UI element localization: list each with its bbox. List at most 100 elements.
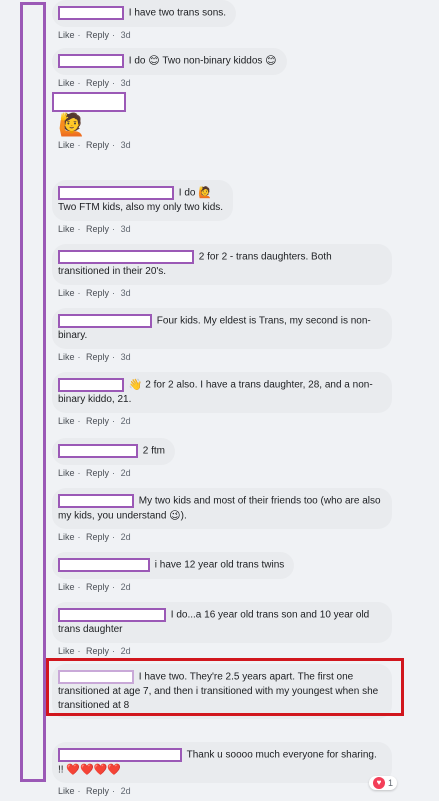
reply-link[interactable]: Reply — [86, 224, 109, 234]
comment-meta: Like · Reply · 3d — [52, 288, 397, 298]
redacted-name — [58, 250, 194, 264]
comment-bubble: I do 🙋 Two FTM kids, also my only two ki… — [52, 180, 234, 221]
timestamp[interactable]: 3d — [121, 288, 131, 298]
comment-meta: Like · Reply · 3d — [52, 224, 397, 234]
waving-hand-emoji-icon: 👋 — [128, 379, 143, 391]
comment-meta: Like · Reply · 2d — [52, 468, 397, 478]
wink-emoji-icon: 😉 — [169, 509, 181, 522]
separator: · — [77, 786, 81, 797]
reply-link[interactable]: Reply — [86, 78, 109, 88]
reaction-badge[interactable]: ♥ 1 — [369, 776, 398, 790]
redacted-name — [58, 314, 152, 328]
timestamp[interactable]: 3d — [121, 78, 131, 88]
redacted-name — [58, 378, 124, 392]
comment-meta: Like · Reply · 3d — [52, 30, 397, 40]
like-link[interactable]: Like — [58, 646, 75, 656]
comment-meta: Like · Reply · 3d — [52, 352, 397, 362]
comment-meta: Like · Reply · 2d — [52, 646, 397, 656]
redacted-name — [58, 494, 134, 508]
separator: · — [112, 786, 116, 797]
separator: · — [112, 140, 116, 150]
comment: I do...a 16 year old trans son and 10 ye… — [52, 602, 397, 656]
comment: 🙋 Like · Reply · 3d — [52, 92, 397, 150]
timestamp[interactable]: 2d — [121, 786, 131, 796]
separator: · — [77, 645, 81, 656]
timestamp[interactable]: 2d — [121, 582, 131, 592]
timestamp[interactable]: 2d — [121, 416, 131, 426]
comment: I have two trans sons. Like · Reply · 3d — [52, 0, 397, 40]
like-link[interactable]: Like — [58, 416, 75, 426]
comment-text: 2 ftm — [142, 445, 166, 457]
like-link[interactable]: Like — [58, 468, 75, 478]
like-link[interactable]: Like — [58, 786, 75, 796]
comment-text: I do — [178, 187, 196, 199]
reply-link[interactable]: Reply — [86, 352, 109, 362]
separator: · — [77, 77, 81, 88]
reply-link[interactable]: Reply — [86, 30, 109, 40]
timestamp[interactable]: 2d — [121, 646, 131, 656]
comment-bubble: 2 for 2 - trans daughters. Both transiti… — [52, 244, 392, 285]
separator: · — [112, 467, 116, 478]
comment-bubble: My two kids and most of their friends to… — [52, 488, 392, 530]
comment-text: Two non-binary kiddos — [162, 55, 263, 67]
reply-link[interactable]: Reply — [86, 582, 109, 592]
redaction-bar — [20, 2, 46, 782]
reply-link[interactable]: Reply — [86, 416, 109, 426]
comment-text: i have 12 year old trans twins — [154, 559, 285, 571]
comment-bubble: Thank u soooo much everyone for sharing.… — [52, 742, 392, 784]
reply-link[interactable]: Reply — [86, 786, 109, 796]
timestamp[interactable]: 3d — [121, 352, 131, 362]
like-link[interactable]: Like — [58, 78, 75, 88]
timestamp[interactable]: 3d — [121, 140, 131, 150]
reply-link[interactable]: Reply — [86, 646, 109, 656]
like-link[interactable]: Like — [58, 140, 75, 150]
redacted-name — [58, 444, 138, 458]
like-link[interactable]: Like — [58, 532, 75, 542]
timestamp[interactable]: 2d — [121, 468, 131, 478]
reply-link[interactable]: Reply — [86, 468, 109, 478]
like-link[interactable]: Like — [58, 352, 75, 362]
separator: · — [77, 532, 81, 543]
like-link[interactable]: Like — [58, 224, 75, 234]
reply-link[interactable]: Reply — [86, 532, 109, 542]
timestamp[interactable]: 3d — [121, 224, 131, 234]
separator: · — [112, 532, 116, 543]
comment: My two kids and most of their friends to… — [52, 488, 397, 542]
heart-icon: ♥ — [373, 777, 385, 789]
separator: · — [77, 581, 81, 592]
like-link[interactable]: Like — [58, 288, 75, 298]
comment: I do 🙋 Two FTM kids, also my only two ki… — [52, 180, 397, 234]
separator: · — [112, 77, 116, 88]
reply-link[interactable]: Reply — [86, 140, 109, 150]
like-link[interactable]: Like — [58, 30, 75, 40]
smile-emoji-icon: 😊 — [148, 55, 160, 67]
timestamp[interactable]: 2d — [121, 532, 131, 542]
separator: · — [112, 223, 116, 234]
comment-meta: Like · Reply · 2d — [52, 786, 397, 796]
timestamp[interactable]: 3d — [121, 30, 131, 40]
comment: 2 for 2 - trans daughters. Both transiti… — [52, 244, 397, 298]
comment: 2 ftm Like · Reply · 2d — [52, 438, 397, 478]
comment: Thank u soooo much everyone for sharing.… — [52, 742, 397, 796]
comment: I do 😊 Two non-binary kiddos 😊 Like · Rep… — [52, 48, 397, 88]
separator: · — [112, 415, 116, 426]
smile-emoji-icon: 😊 — [265, 55, 277, 67]
comment: i have 12 year old trans twins Like · Rep… — [52, 552, 397, 592]
comment-bubble: 2 ftm — [52, 438, 176, 465]
separator: · — [77, 223, 81, 234]
comment-bubble: I do 😊 Two non-binary kiddos 😊 — [52, 48, 287, 75]
reaction-count: 1 — [388, 778, 394, 788]
reply-link[interactable]: Reply — [86, 288, 109, 298]
raising-hand-emoji-icon: 🙋 — [58, 112, 86, 137]
redacted-name — [58, 186, 174, 200]
separator: · — [77, 351, 81, 362]
highlight-box — [46, 658, 404, 716]
redacted-name — [52, 92, 126, 112]
comment-bubble: I do...a 16 year old trans son and 10 ye… — [52, 602, 392, 643]
separator: · — [112, 581, 116, 592]
separator: · — [112, 287, 116, 298]
redacted-name — [58, 6, 124, 20]
like-link[interactable]: Like — [58, 582, 75, 592]
separator: · — [112, 645, 116, 656]
separator: · — [112, 29, 116, 40]
